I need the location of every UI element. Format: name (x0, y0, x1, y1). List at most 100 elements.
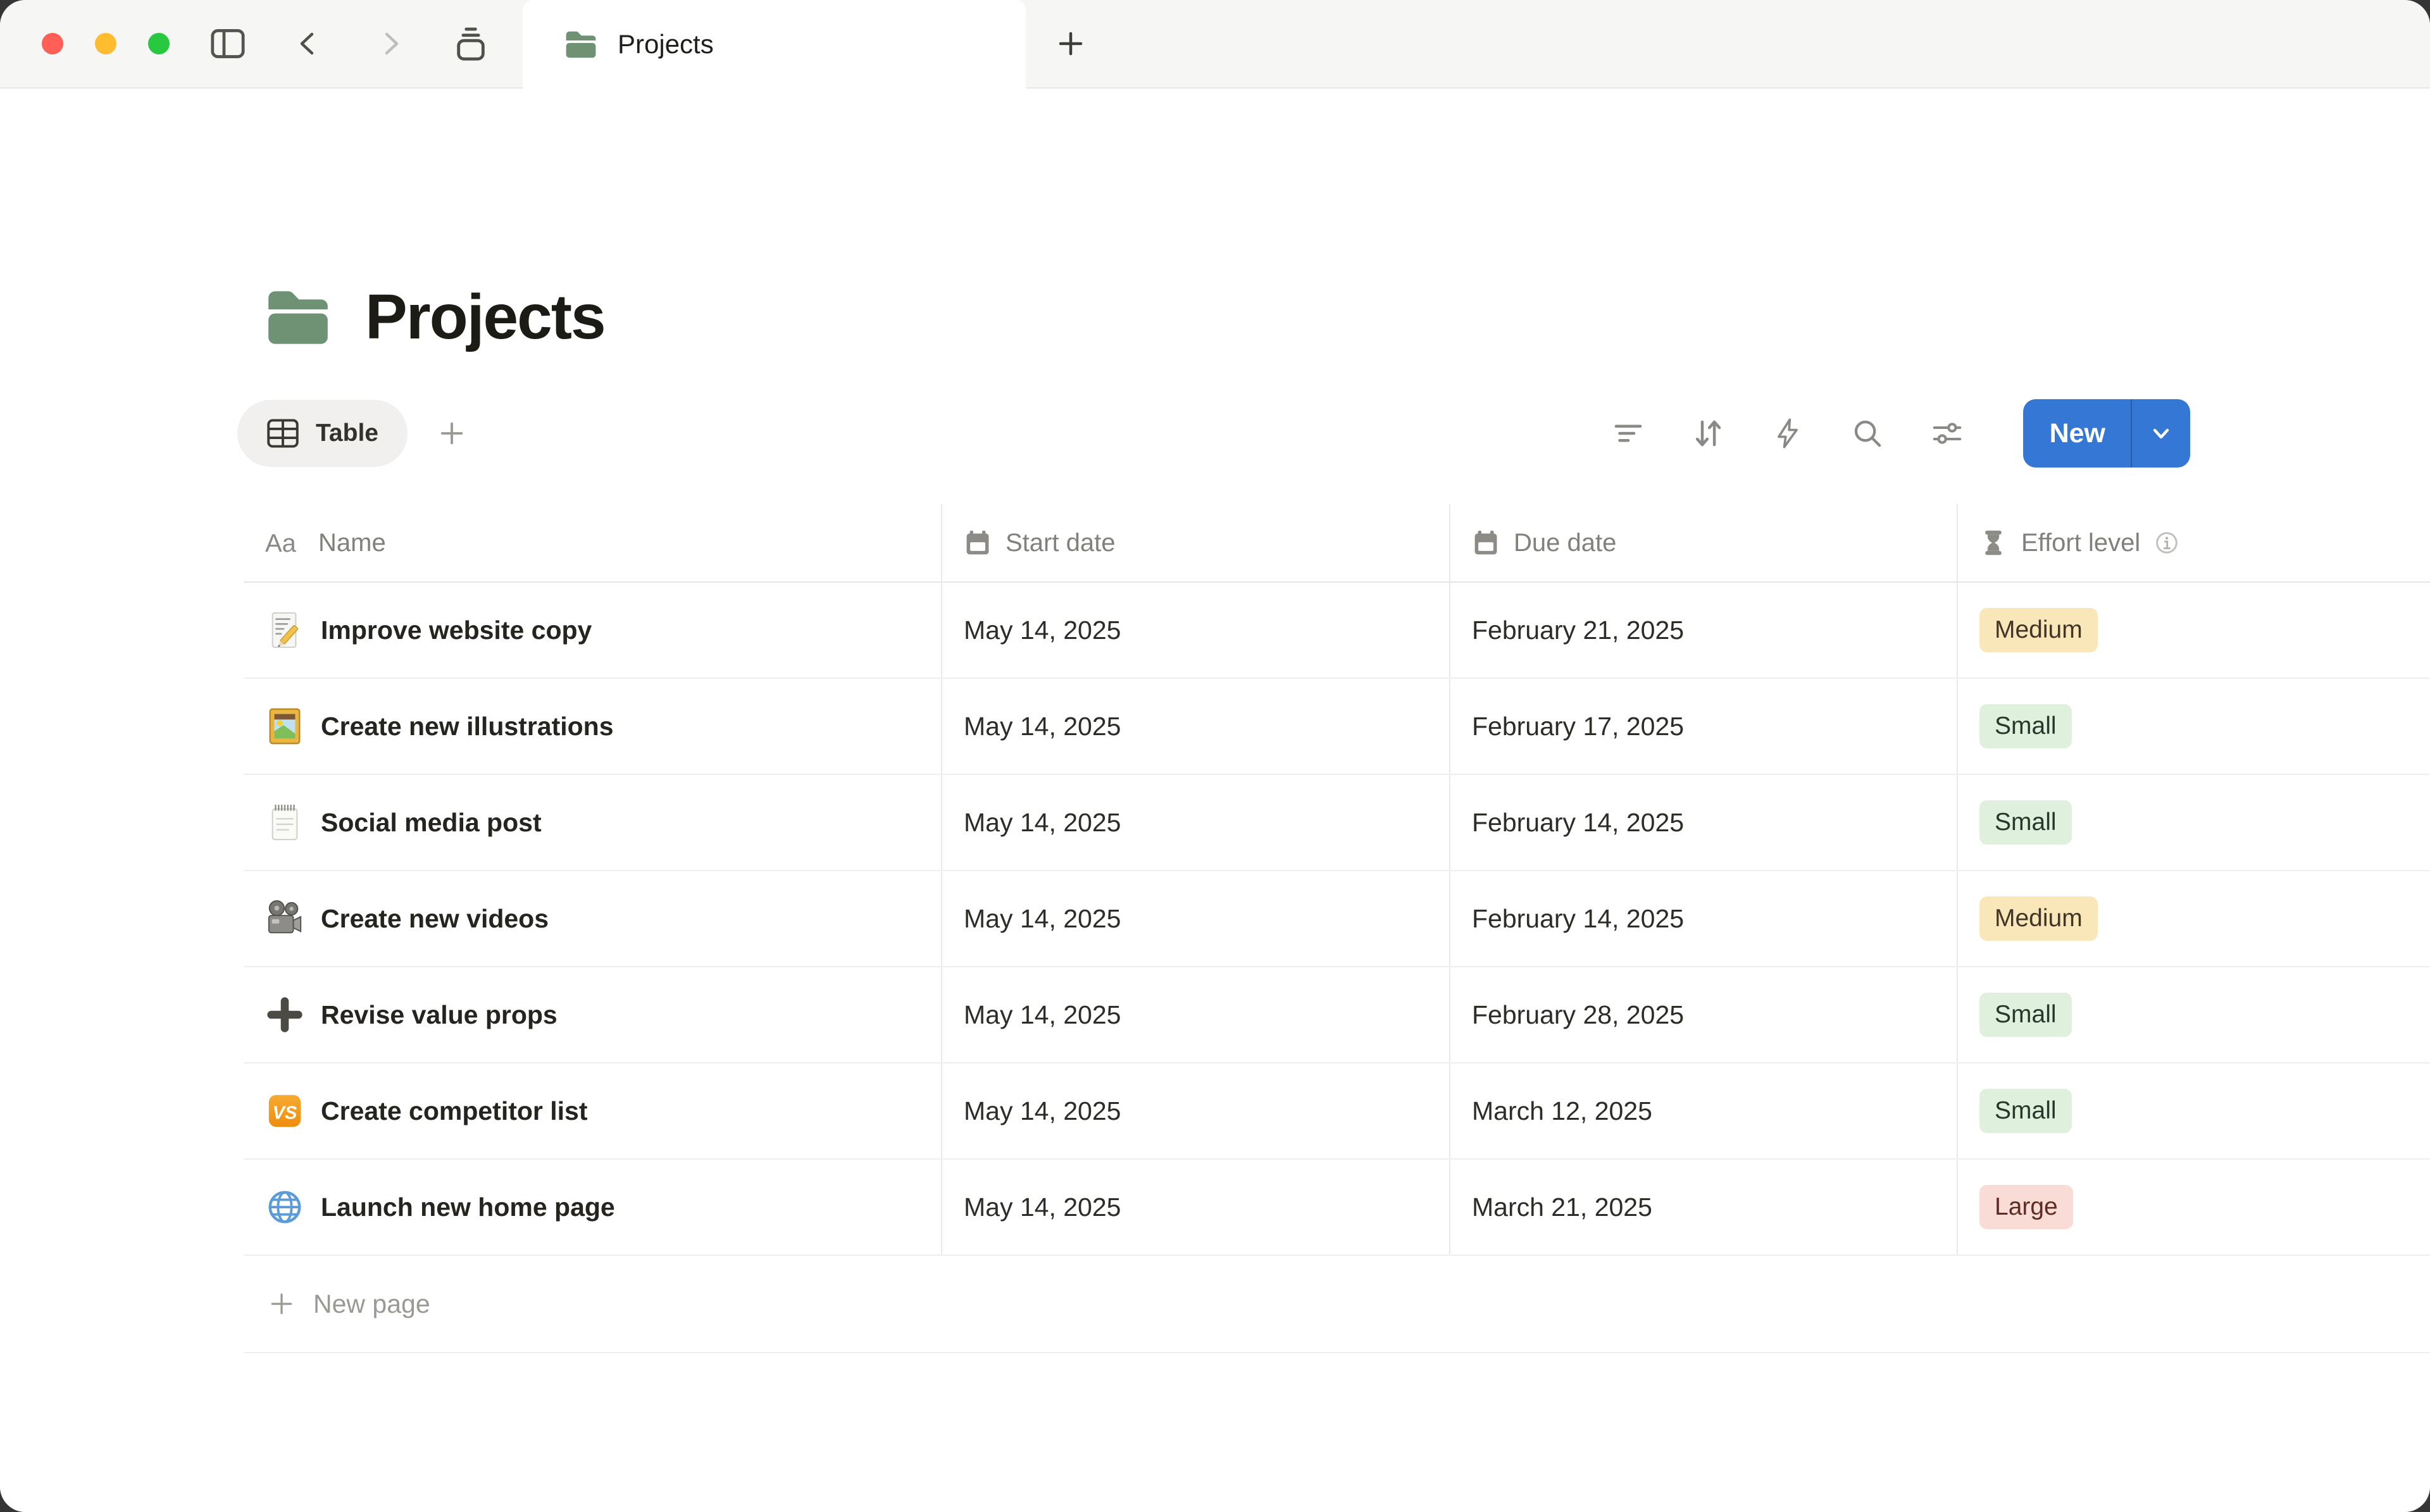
table-row: Create new videos May 14, 2025 February … (244, 871, 2430, 967)
heavy-plus-emoji (265, 995, 304, 1034)
browser-nav (208, 0, 523, 87)
forward-icon[interactable] (370, 23, 410, 64)
green-folder-icon (265, 288, 331, 347)
effort-badge: Small (1979, 800, 2072, 845)
filter-icon (1611, 416, 1645, 450)
cell-effort-level[interactable]: Small (1957, 679, 2430, 774)
cell-due-date[interactable]: March 21, 2025 (1449, 1160, 1957, 1255)
tab-bar: Projects (0, 0, 2430, 89)
table-view-icon (266, 417, 299, 450)
calendar-icon (964, 529, 992, 557)
svg-text:VS: VS (273, 1103, 297, 1124)
cell-start-date[interactable]: May 14, 2025 (941, 679, 1449, 774)
table-row: VS Create competitor list May 14, 2025 M… (244, 1063, 2430, 1160)
cell-name[interactable]: Create new illustrations (244, 679, 941, 774)
sliders-icon (1930, 416, 1964, 450)
cell-effort-level[interactable]: Large (1957, 1160, 2430, 1255)
lightning-icon (1771, 417, 1804, 450)
effort-badge: Medium (1979, 608, 2098, 653)
page-content: Projects Table (0, 281, 2430, 1512)
cell-due-date[interactable]: February 28, 2025 (1449, 967, 1957, 1062)
tab-projects[interactable]: Projects (523, 0, 1026, 89)
new-button-label: New (2050, 418, 2105, 449)
table-row: Revise value props May 14, 2025 February… (244, 967, 2430, 1063)
back-icon[interactable] (289, 23, 329, 64)
cell-start-date[interactable]: May 14, 2025 (941, 871, 1449, 966)
cell-effort-level[interactable]: Small (1957, 967, 2430, 1062)
minimize-button[interactable] (95, 33, 116, 54)
cell-effort-level[interactable]: Medium (1957, 871, 2430, 966)
cell-effort-level[interactable]: Small (1957, 775, 2430, 870)
chevron-down-icon (2148, 421, 2174, 446)
new-tab-button[interactable] (1042, 0, 1099, 87)
new-button-dropdown[interactable] (2132, 399, 2190, 468)
effort-badge: Medium (1979, 896, 2098, 941)
cell-due-date[interactable]: February 21, 2025 (1449, 583, 1957, 678)
cell-due-date[interactable]: February 14, 2025 (1449, 775, 1957, 870)
spiral-notepad-emoji (265, 803, 304, 842)
add-view-button[interactable] (433, 414, 471, 452)
search-button[interactable] (1848, 414, 1886, 452)
view-settings-button[interactable] (1928, 414, 1966, 452)
new-record-button: New (2023, 399, 2190, 468)
cell-name[interactable]: Create new videos (244, 871, 941, 966)
close-button[interactable] (42, 33, 63, 54)
page-header: Projects (265, 281, 2430, 354)
text-property-icon: Aa (265, 529, 304, 557)
new-page-label: New page (313, 1289, 430, 1319)
tab-stack-icon[interactable] (451, 23, 491, 64)
window-controls (0, 0, 208, 87)
cell-due-date[interactable]: March 12, 2025 (1449, 1063, 1957, 1158)
folder-icon (564, 30, 597, 59)
cell-start-date[interactable]: May 14, 2025 (941, 1063, 1449, 1158)
search-icon (1850, 416, 1885, 450)
cell-start-date[interactable]: May 14, 2025 (941, 583, 1449, 678)
cell-due-date[interactable]: February 17, 2025 (1449, 679, 1957, 774)
movie-camera-emoji (265, 899, 304, 938)
framed-picture-emoji (265, 707, 304, 746)
plus-icon (268, 1290, 296, 1318)
tab-title: Projects (618, 29, 714, 59)
sort-button[interactable] (1689, 414, 1727, 452)
info-icon[interactable] (2154, 530, 2179, 555)
calendar-icon (1472, 529, 1500, 557)
column-header-start-date[interactable]: Start date (941, 504, 1449, 581)
table-row: Create new illustrations May 14, 2025 Fe… (244, 679, 2430, 775)
cell-start-date[interactable]: May 14, 2025 (941, 1160, 1449, 1255)
automation-button[interactable] (1769, 414, 1807, 452)
cell-name[interactable]: VS Create competitor list (244, 1063, 941, 1158)
cell-start-date[interactable]: May 14, 2025 (941, 967, 1449, 1062)
view-tab-label: Table (316, 419, 378, 447)
memo-emoji (265, 610, 304, 650)
vs-emoji: VS (265, 1091, 304, 1131)
effort-badge: Small (1979, 1089, 2072, 1134)
filter-button[interactable] (1609, 414, 1647, 452)
view-tab-table[interactable]: Table (237, 400, 408, 467)
database-toolbar: Table (237, 399, 2190, 468)
table-row: Launch new home page May 14, 2025 March … (244, 1160, 2430, 1256)
app-window: Projects Projects (0, 0, 2430, 1512)
column-header-due-date[interactable]: Due date (1449, 504, 1957, 581)
table-row: Improve website copy May 14, 2025 Februa… (244, 583, 2430, 679)
page-title: Projects (365, 281, 605, 354)
column-header-name[interactable]: Aa Name (244, 504, 941, 581)
sidebar-toggle-icon[interactable] (208, 23, 248, 64)
cell-name[interactable]: Social media post (244, 775, 941, 870)
new-button[interactable]: New (2023, 399, 2131, 468)
zoom-button[interactable] (148, 33, 170, 54)
new-page-button[interactable]: New page (244, 1256, 2430, 1353)
cell-start-date[interactable]: May 14, 2025 (941, 775, 1449, 870)
new-tab-plus-icon (1056, 28, 1086, 59)
cell-effort-level[interactable]: Medium (1957, 583, 2430, 678)
svg-text:Aa: Aa (265, 530, 297, 557)
cell-name[interactable]: Revise value props (244, 967, 941, 1062)
effort-badge: Large (1979, 1185, 2073, 1230)
sort-icon (1691, 416, 1725, 450)
effort-badge: Small (1979, 993, 2072, 1038)
cell-name[interactable]: Improve website copy (244, 583, 941, 678)
cell-due-date[interactable]: February 14, 2025 (1449, 871, 1957, 966)
cell-effort-level[interactable]: Small (1957, 1063, 2430, 1158)
hourglass-icon (1979, 529, 2007, 557)
column-header-effort-level[interactable]: Effort level (1957, 504, 2430, 581)
cell-name[interactable]: Launch new home page (244, 1160, 941, 1255)
